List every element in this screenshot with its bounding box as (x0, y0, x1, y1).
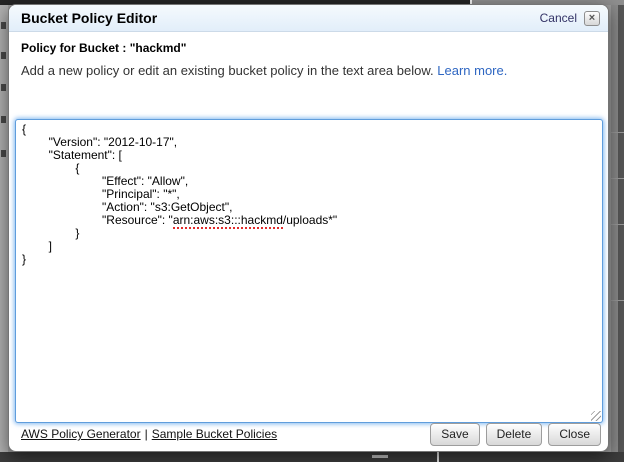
background-text-fragment (1, 52, 6, 59)
learn-more-link[interactable]: Learn more. (437, 63, 507, 78)
background-right-strip (611, 0, 618, 462)
delete-button[interactable]: Delete (486, 423, 543, 446)
background-text-fragment (372, 455, 388, 458)
policy-line: "Resource": "arn:aws:s3:::hackmd/uploads… (22, 214, 596, 227)
dialog-footer: AWS Policy Generator | Sample Bucket Polic… (21, 422, 601, 446)
footer-links: AWS Policy Generator | Sample Bucket Polic… (21, 427, 277, 441)
sample-bucket-policies-link[interactable]: Sample Bucket Policies (152, 427, 277, 441)
background-text-fragment (1, 84, 6, 91)
background-text-fragment (1, 116, 6, 123)
policy-line: } (22, 227, 596, 240)
dialog-title: Bucket Policy Editor (21, 10, 540, 26)
background-row-line (611, 224, 624, 225)
background-text-fragment (1, 150, 6, 157)
background-divider (437, 452, 439, 462)
background-left-strip (0, 5, 8, 452)
policy-textarea[interactable]: { "Version": "2012-10-17", "Statement": … (15, 119, 603, 423)
background-row-line (611, 178, 624, 179)
policy-text: { "Version": "2012-10-17", "Statement": … (22, 123, 596, 266)
background-bottom-strip (0, 452, 624, 462)
dialog-close-button[interactable]: × (584, 11, 600, 26)
aws-policy-generator-link[interactable]: AWS Policy Generator (21, 427, 141, 441)
background-row-line (611, 132, 624, 133)
description-text: Add a new policy or edit an existing buc… (9, 55, 608, 78)
close-icon: × (589, 13, 595, 24)
close-button[interactable]: Close (548, 423, 601, 446)
footer-buttons: Save DeleteClose (424, 423, 601, 446)
misspelled-text: arn:aws:s3:::hackmd (173, 213, 283, 229)
policy-for-bucket-label: Policy for Bucket : "hackmd" (9, 32, 608, 55)
policy-line: ] (22, 240, 596, 253)
bucket-policy-editor-dialog: Bucket Policy Editor Cancel × Policy for… (8, 4, 609, 452)
save-button[interactable]: Save (430, 423, 479, 446)
description-body: Add a new policy or edit an existing buc… (21, 63, 437, 78)
textarea-resize-handle[interactable] (591, 411, 601, 421)
policy-line: "Statement": [ (22, 149, 596, 162)
policy-line: } (22, 253, 596, 266)
background-row-line (611, 300, 624, 301)
cancel-link[interactable]: Cancel (540, 11, 577, 25)
background-right-edge (618, 0, 624, 462)
dialog-titlebar: Bucket Policy Editor Cancel × (9, 5, 608, 32)
background-text-fragment (1, 22, 6, 29)
link-separator: | (145, 427, 148, 441)
